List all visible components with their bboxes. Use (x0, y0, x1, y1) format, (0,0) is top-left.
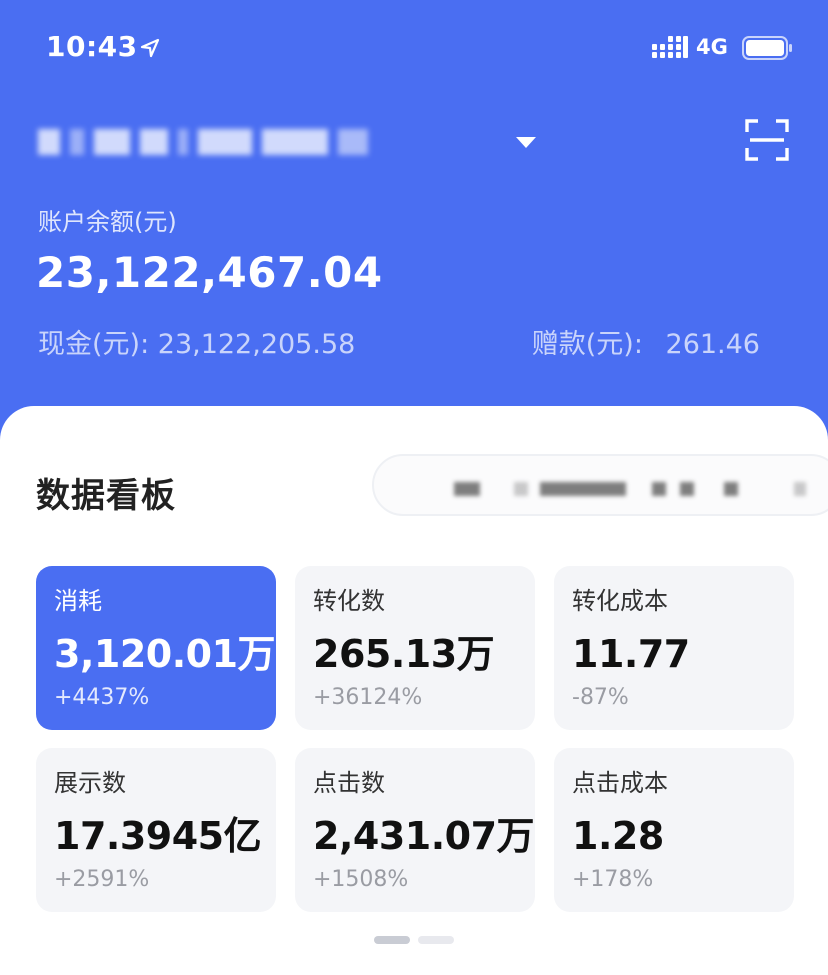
metric-value: 17.3945亿 (54, 814, 262, 858)
page-dot[interactable] (418, 936, 454, 944)
bonus-value: 261.46 (665, 329, 760, 360)
chevron-down-icon[interactable] (514, 134, 538, 150)
metric-label: 转化成本 (572, 587, 668, 615)
metric-card-spend[interactable]: 消耗 3,120.01万 +4437% (36, 566, 276, 730)
location-arrow-icon (140, 38, 160, 58)
page-indicator[interactable] (374, 936, 454, 944)
bonus-balance: 赠款(元): 261.46 (532, 322, 760, 361)
cash-balance: 现金(元): 23,122,205.58 (38, 322, 355, 361)
metric-change: +178% (572, 867, 654, 892)
status-time: 10:43 (46, 30, 138, 63)
account-name-redacted (38, 124, 498, 160)
metric-label: 点击成本 (572, 769, 668, 797)
metric-change: +36124% (313, 685, 423, 710)
balance-label: 账户余额(元) (38, 208, 177, 236)
metric-card-clicks[interactable]: 点击数 2,431.07万 +1508% (295, 748, 535, 912)
balance-value: 23,122,467.04 (36, 248, 383, 297)
battery-icon (742, 36, 792, 60)
metric-change: +4437% (54, 685, 150, 710)
metric-value: 2,431.07万 (313, 814, 535, 858)
metric-change: +1508% (313, 867, 409, 892)
account-header: 10:43 4G 账户余额(元) 23,122,467.04 现金(元): 23… (0, 0, 828, 440)
metric-card-conversions[interactable]: 转化数 265.13万 +36124% (295, 566, 535, 730)
dashboard-panel: 数据看板 消耗 3,120.01万 +4437% 转化数 265.13万 +36… (0, 406, 828, 975)
metric-card-conversion-cost[interactable]: 转化成本 11.77 -87% (554, 566, 794, 730)
metric-value: 265.13万 (313, 632, 495, 676)
metric-change: -87% (572, 685, 629, 710)
signal-icon (652, 36, 688, 58)
metric-value: 11.77 (572, 632, 690, 676)
page-dot-active[interactable] (374, 936, 410, 944)
account-selector[interactable] (38, 118, 798, 168)
metric-value: 3,120.01万 (54, 632, 276, 676)
metric-card-click-cost[interactable]: 点击成本 1.28 +178% (554, 748, 794, 912)
metric-value: 1.28 (572, 814, 664, 858)
cash-label: 现金(元): (38, 329, 150, 360)
metric-label: 点击数 (313, 769, 385, 797)
date-filter-redacted[interactable] (372, 454, 828, 516)
metric-label: 消耗 (54, 587, 102, 615)
network-type: 4G (696, 35, 728, 59)
cash-value: 23,122,205.58 (157, 329, 356, 360)
dashboard-title: 数据看板 (36, 476, 176, 516)
metric-label: 展示数 (54, 769, 126, 797)
status-bar: 10:43 4G (0, 30, 828, 70)
metric-card-impressions[interactable]: 展示数 17.3945亿 +2591% (36, 748, 276, 912)
scan-icon[interactable] (744, 118, 790, 162)
metric-label: 转化数 (313, 587, 385, 615)
bonus-label: 赠款(元): (531, 329, 643, 360)
metric-change: +2591% (54, 867, 150, 892)
